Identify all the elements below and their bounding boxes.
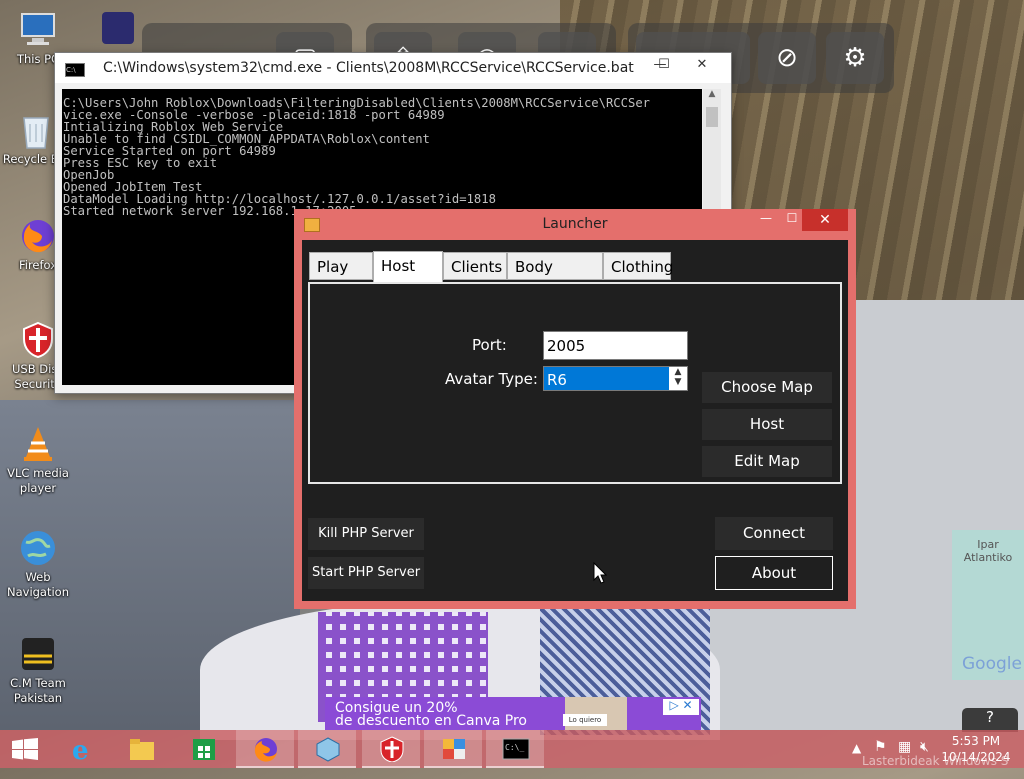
command-prompt-icon: C:\_: [502, 738, 530, 760]
port-input[interactable]: 2005: [543, 331, 688, 360]
edit-map-button[interactable]: Edit Map: [702, 446, 832, 477]
desktop-icon-label: This PC: [16, 52, 60, 66]
cmd-close-button[interactable]: ✕: [679, 55, 725, 77]
choose-map-button[interactable]: Choose Map: [702, 372, 832, 403]
tray-chevron-icon[interactable]: ▲: [852, 741, 861, 779]
vlc-icon: [24, 427, 52, 461]
desktop-icon-label: Web Navigation: [6, 570, 70, 599]
launcher-close-button[interactable]: ✕: [802, 209, 848, 231]
ad-line2: de descuento en Canva Pro: [335, 713, 527, 729]
tab-host[interactable]: Host: [373, 251, 443, 282]
tab-body-colors[interactable]: Body Colors: [507, 252, 603, 304]
host-tab-panel: Port: 2005 Avatar Type: R6 ▲ ▼ Choose Map…: [308, 282, 842, 484]
taskbar-firefox[interactable]: [236, 730, 294, 768]
windows-logo-icon: [12, 738, 38, 760]
mouse-cursor-icon: [593, 562, 607, 584]
cm-team-icon: [22, 638, 54, 670]
rotate-lock-icon[interactable]: ⊘: [758, 32, 816, 84]
cmd-maximize-button[interactable]: ☐: [647, 55, 681, 77]
desktop-icon-label: C.M Team Pakistan: [10, 676, 66, 705]
port-label: Port:: [472, 336, 507, 354]
clock-time: 5:53 PM: [951, 734, 1001, 748]
desktop-icon-label: Firefox: [18, 258, 58, 272]
google-logo: Google: [962, 654, 1022, 674]
launcher-window[interactable]: Launcher — ☐ ✕ Play Host Clients Body Co…: [294, 209, 856, 609]
svg-text:e: e: [72, 736, 89, 762]
taskbar-file-explorer[interactable]: [112, 730, 170, 768]
taskbar-internet-explorer[interactable]: e: [52, 730, 110, 768]
scroll-thumb[interactable]: [706, 107, 718, 127]
desktop-firefox-shortcut-icon[interactable]: [102, 12, 134, 44]
launcher-app-icon: [443, 739, 465, 759]
this-pc-icon: [21, 13, 55, 45]
launcher-minimize-button[interactable]: —: [754, 211, 778, 231]
taskbar-command-prompt[interactable]: C:\_: [486, 730, 544, 768]
start-button[interactable]: [0, 730, 50, 768]
desktop-icon-vlc[interactable]: VLC media player: [0, 424, 76, 496]
store-icon: [193, 739, 215, 760]
taskbar-app-cube[interactable]: [298, 730, 356, 768]
internet-explorer-icon: e: [72, 736, 89, 762]
cmd-titlebar[interactable]: C:\ C:\Windows\system32\cmd.exe - Client…: [55, 53, 731, 83]
taskbar-store[interactable]: [174, 730, 232, 768]
scroll-up-icon[interactable]: ▲: [703, 89, 721, 105]
kill-php-server-button[interactable]: Kill PHP Server: [308, 518, 424, 550]
tab-clients[interactable]: Clients: [443, 252, 507, 280]
cmd-title-text: C:\Windows\system32\cmd.exe - Clients\20…: [103, 60, 634, 76]
launcher-maximize-button[interactable]: ☐: [780, 211, 804, 231]
tab-clothing[interactable]: Clothing: [603, 252, 673, 280]
firefox-icon: [22, 220, 54, 253]
host-button[interactable]: Host: [702, 409, 832, 440]
avatar-type-label: Avatar Type:: [445, 370, 538, 388]
cube-app-icon: [316, 737, 340, 762]
start-php-server-button[interactable]: Start PHP Server: [308, 557, 424, 589]
desktop-icon-label: VLC media player: [7, 466, 69, 495]
file-explorer-icon: [130, 739, 154, 760]
spinner-arrows-icon[interactable]: ▲ ▼: [669, 367, 687, 390]
avatar-type-value: R6: [547, 371, 567, 389]
avatar-type-spinner[interactable]: R6 ▲ ▼: [543, 366, 688, 391]
desktop-icon-web-navigation[interactable]: Web Navigation: [0, 528, 76, 600]
taskbar-usb-disk-security[interactable]: [362, 730, 420, 768]
tab-play[interactable]: Play: [309, 252, 373, 280]
ad-image: Lo quiero: [563, 697, 627, 730]
settings-gear-icon[interactable]: ⚙: [826, 32, 884, 84]
taskbar: e C:\_ ▲ ⚑ ▦ 🔇︎ 5:53 PM 10/14/2024 Laste…: [0, 730, 1024, 768]
web-navigation-icon: [21, 531, 55, 565]
cmd-app-icon: C:\: [65, 63, 85, 77]
desktop-icon-cm-team[interactable]: C.M Team Pakistan: [0, 634, 76, 706]
ad-banner[interactable]: Consigue un 20% de descuento en Canva Pr…: [325, 697, 701, 730]
usb-disk-security-icon: [380, 736, 404, 762]
firefox-icon: [254, 738, 277, 762]
help-button[interactable]: ?: [962, 708, 1018, 732]
windows-watermark: Lasterbideak Windows S: [862, 754, 1009, 768]
ad-close-icon[interactable]: ▷ ✕: [663, 699, 699, 715]
launcher-titlebar[interactable]: Launcher — ☐ ✕: [294, 209, 856, 239]
taskbar-launcher[interactable]: [424, 730, 482, 768]
ad-cta-button[interactable]: Lo quiero: [563, 714, 607, 726]
about-button[interactable]: About: [715, 556, 833, 590]
svg-text:C:\_: C:\_: [505, 743, 524, 752]
usb-disk-security-icon: [23, 321, 53, 359]
map-label: Ipar Atlantiko: [963, 538, 1013, 564]
connect-button[interactable]: Connect: [715, 517, 833, 550]
launcher-body: Play Host Clients Body Colors Clothing P…: [302, 240, 848, 601]
recycle-bin-icon: [23, 117, 49, 149]
